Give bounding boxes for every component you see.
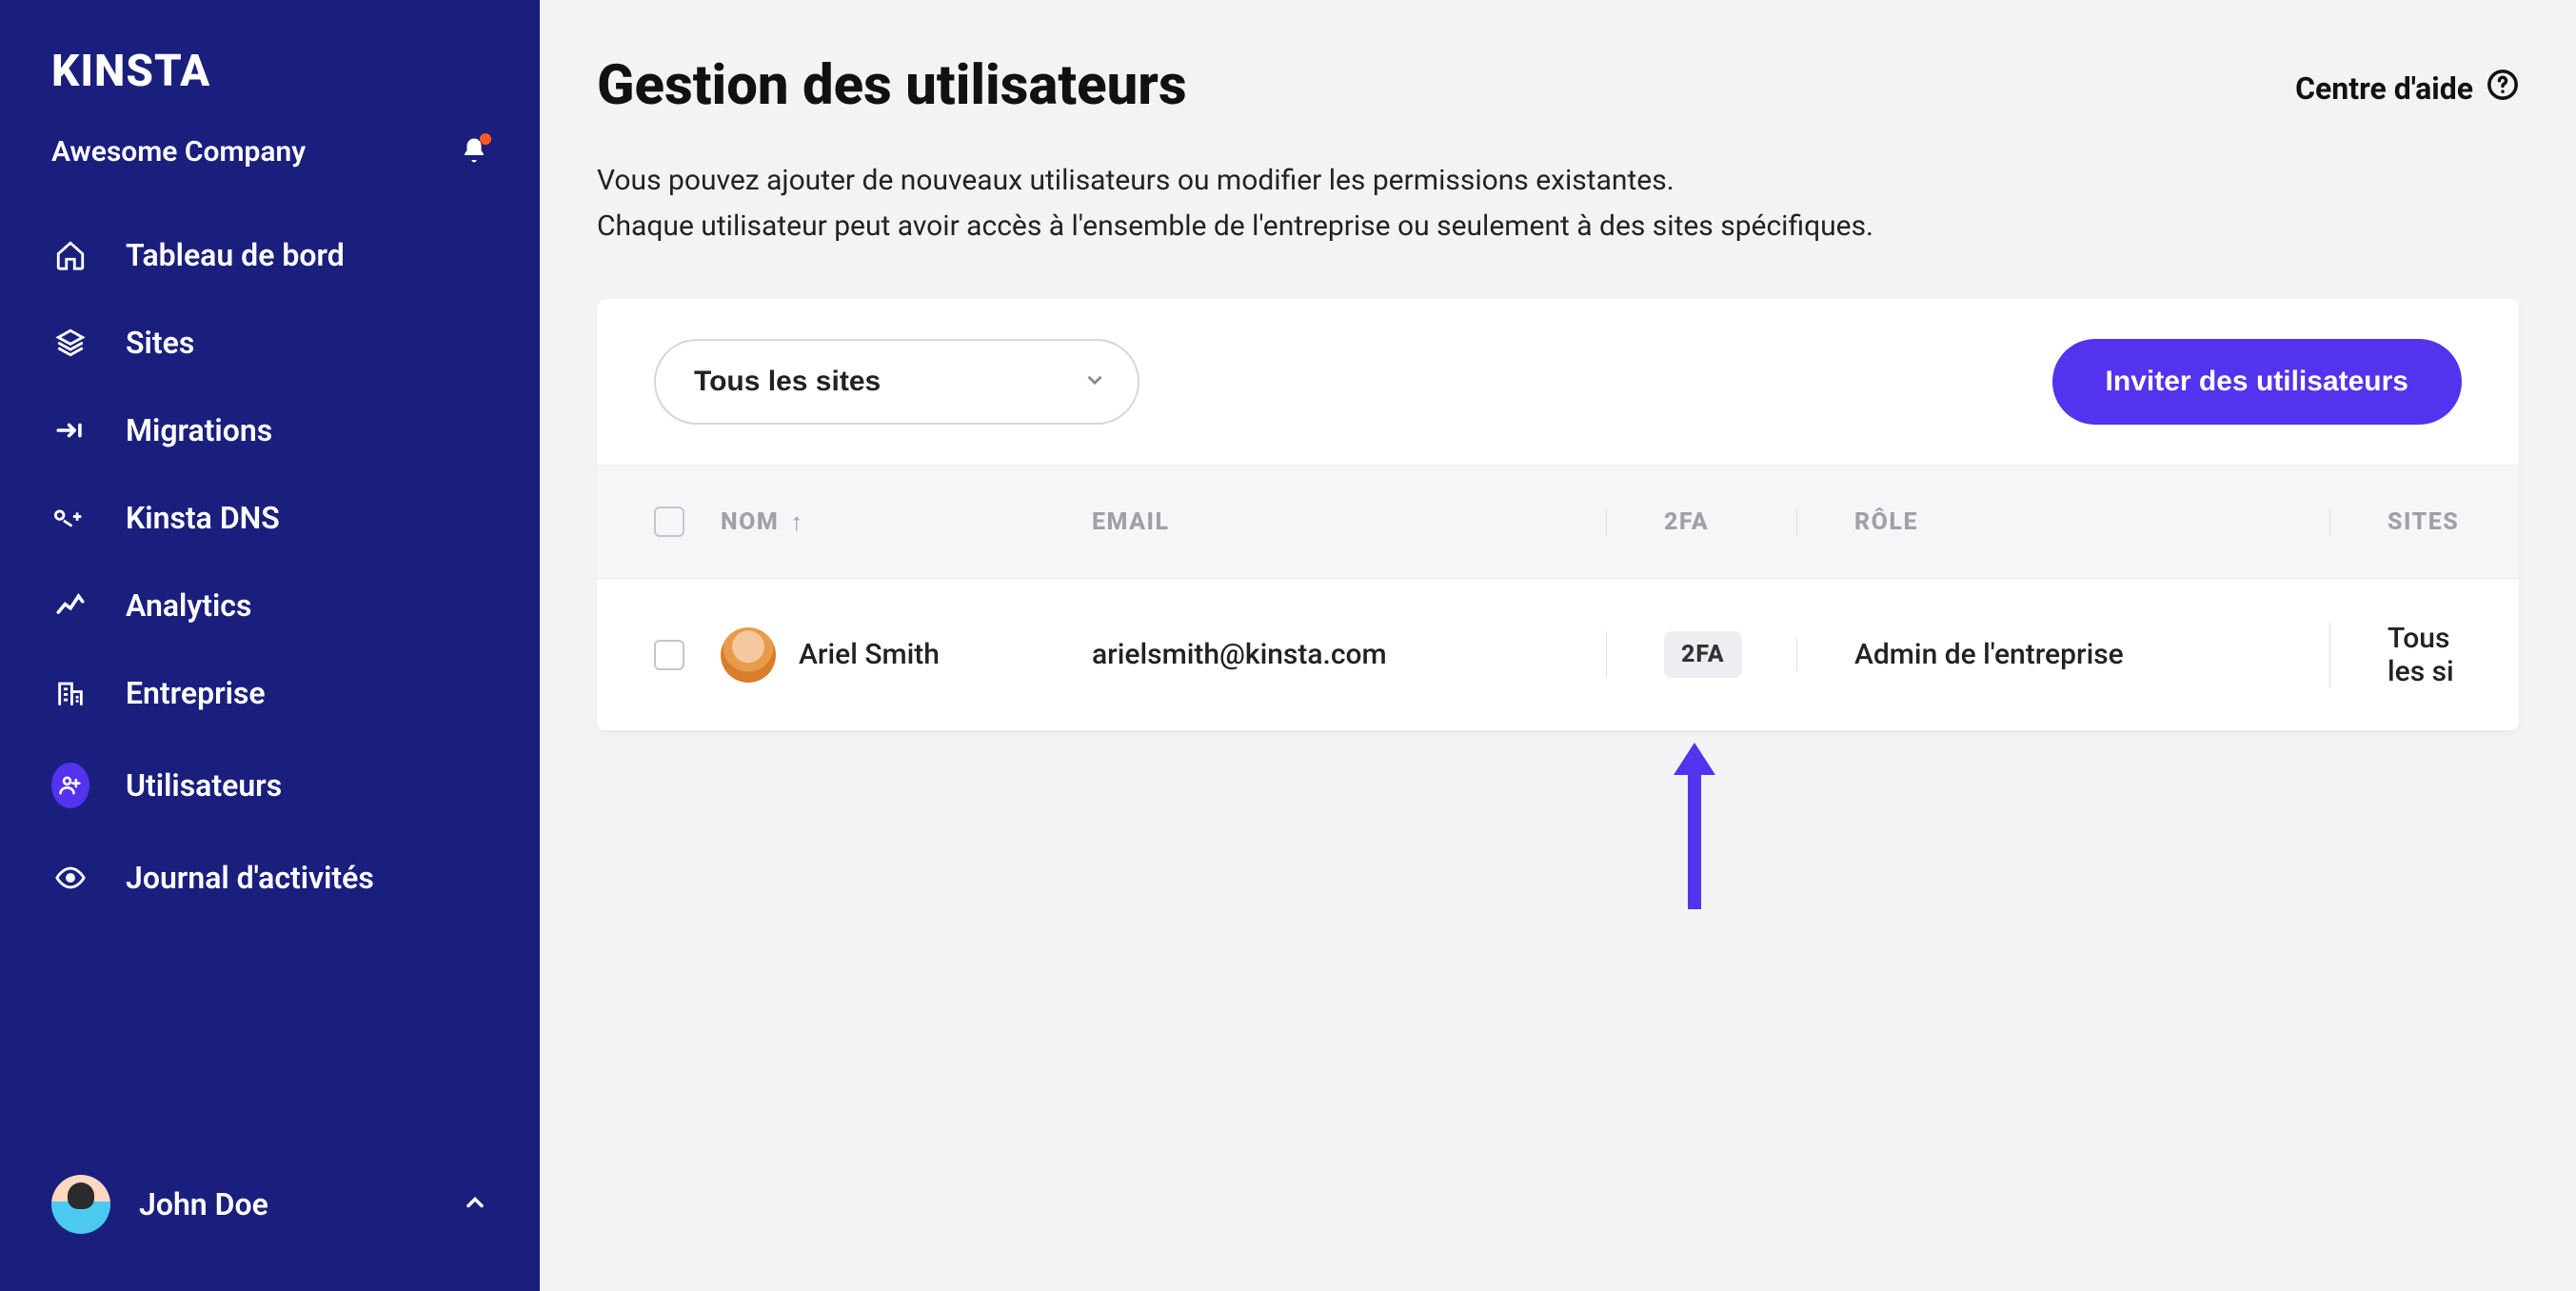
column-header-name[interactable]: NOM ↑ [721,507,1092,537]
sidebar-item-label: Migrations [126,412,272,448]
sidebar: KINSTA Awesome Company Tableau de bord [0,0,540,1291]
select-all-checkbox[interactable] [654,506,684,537]
site-filter-input[interactable] [654,339,1139,425]
company-row: Awesome Company [0,109,540,214]
dns-icon [51,502,89,534]
bell-icon [460,150,488,169]
description-line: Chaque utilisateur peut avoir accès à l'… [597,204,2519,249]
column-label: NOM [721,508,779,536]
avatar [51,1175,110,1234]
help-center-label: Centre d'aide [2295,70,2473,107]
description-line: Vous pouvez ajouter de nouveaux utilisat… [597,158,2519,204]
main-content: Gestion des utilisateurs Centre d'aide V… [540,0,2576,1291]
site-filter-select[interactable] [654,339,1139,425]
sidebar-nav: Tableau de bord Sites Migrations Kinsta … [0,214,540,919]
home-icon [51,239,89,271]
sidebar-item-migrations[interactable]: Migrations [32,389,507,471]
current-user-name: John Doe [139,1186,433,1222]
sidebar-footer: John Doe [0,1160,540,1291]
sidebar-item-label: Sites [126,325,194,361]
sidebar-item-activity-log[interactable]: Journal d'activités [32,837,507,919]
invite-users-button[interactable]: Inviter des utilisateurs [2052,339,2462,425]
brand-logo: KINSTA [51,46,488,97]
help-icon [2487,69,2519,109]
sidebar-item-dashboard[interactable]: Tableau de bord [32,214,507,296]
notification-dot-icon [480,133,491,145]
column-header-email[interactable]: EMAIL [1092,508,1606,536]
sort-ascending-icon: ↑ [790,507,804,537]
user-email-cell: arielsmith@kinsta.com [1092,638,1606,671]
sidebar-item-label: Entreprise [126,675,266,711]
eye-icon [51,862,89,894]
sidebar-item-analytics[interactable]: Analytics [32,565,507,646]
page-description: Vous pouvez ajouter de nouveaux utilisat… [597,158,2519,249]
logo-row: KINSTA [0,46,540,109]
page-title: Gestion des utilisateurs [597,53,1187,118]
user-cell: Ariel Smith [721,627,940,683]
analytics-icon [51,589,89,622]
page-header: Gestion des utilisateurs Centre d'aide [597,53,2519,118]
sidebar-item-label: Kinsta DNS [126,500,280,536]
sidebar-item-label: Journal d'activités [126,860,374,896]
sidebar-item-dns[interactable]: Kinsta DNS [32,477,507,559]
column-header-2fa[interactable]: 2FA [1606,508,1796,536]
current-user-menu[interactable]: John Doe [32,1160,507,1249]
users-card: Inviter des utilisateurs NOM ↑ EMAIL 2FA… [597,299,2519,731]
help-center-link[interactable]: Centre d'aide [2295,53,2519,109]
sidebar-item-label: Utilisateurs [126,767,282,804]
migration-icon [51,414,89,447]
layers-icon [51,327,89,359]
sidebar-item-company[interactable]: Entreprise [32,652,507,734]
user-sites-cell: Tous les si [2329,622,2462,688]
row-checkbox[interactable] [654,640,684,670]
sidebar-item-label: Tableau de bord [126,237,345,273]
sidebar-item-label: Analytics [126,587,251,624]
column-header-sites[interactable]: SITES [2329,508,2462,536]
twofa-badge: 2FA [1664,631,1742,678]
table-row[interactable]: Ariel Smith arielsmith@kinsta.com 2FA Ad… [597,579,2519,731]
card-toolbar: Inviter des utilisateurs [597,299,2519,465]
chevron-up-icon [462,1189,488,1220]
user-name-cell: Ariel Smith [799,638,940,671]
user-role-cell: Admin de l'entreprise [1796,638,2329,671]
sidebar-item-users[interactable]: Utilisateurs [32,740,507,831]
notifications-button[interactable] [460,136,488,169]
building-icon [51,677,89,709]
company-name: Awesome Company [51,135,306,169]
sidebar-item-sites[interactable]: Sites [32,302,507,384]
users-icon [51,763,89,808]
table-header: NOM ↑ EMAIL 2FA RÔLE SITES [597,465,2519,579]
column-header-role[interactable]: RÔLE [1796,508,2329,536]
user-avatar [721,627,776,683]
